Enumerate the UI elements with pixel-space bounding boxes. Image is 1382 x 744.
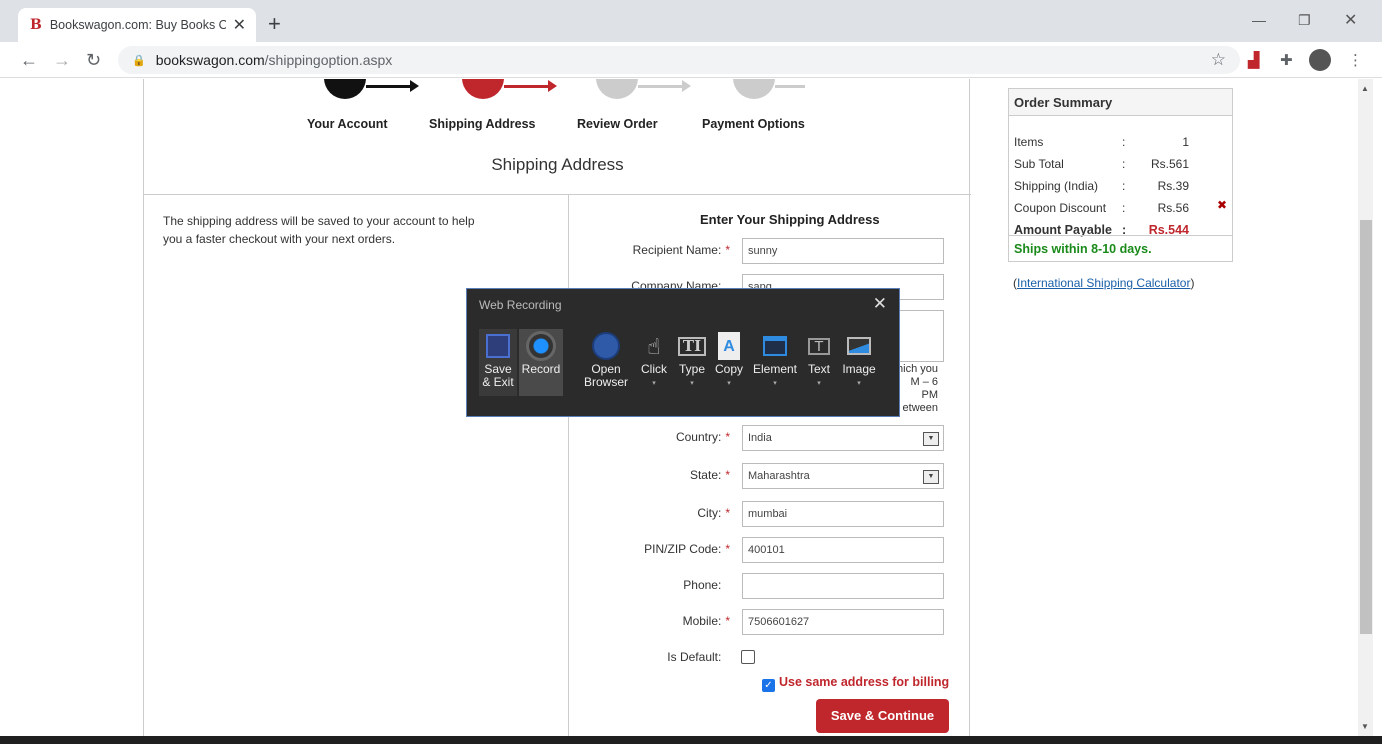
payment-step-icon bbox=[733, 79, 775, 99]
summary-row-items: Items:1 bbox=[1014, 135, 1189, 149]
same-billing-checkbox[interactable]: ✓ Use same address for billing bbox=[762, 675, 949, 692]
summary-row-shipping: Shipping (India): Rs.39 bbox=[1014, 179, 1189, 193]
step-payment-options: Payment Options bbox=[702, 117, 805, 131]
is-default-checkbox[interactable] bbox=[741, 650, 755, 664]
document-a-icon: A bbox=[718, 332, 740, 360]
menu-kebab-icon[interactable]: ⋮ bbox=[1348, 51, 1363, 69]
address-bar[interactable]: 🔒 bookswagon.com/shippingoption.aspx ☆ bbox=[118, 46, 1240, 74]
browser-toolbar: ← → ↻ 🔒 bookswagon.com/shippingoption.as… bbox=[0, 42, 1382, 78]
city-input[interactable]: mumbai bbox=[742, 501, 944, 527]
bookswagon-favicon-icon: B bbox=[30, 17, 42, 33]
type-button[interactable]: TI Type ▾ bbox=[675, 329, 709, 390]
document-step-icon bbox=[596, 79, 638, 99]
checkmark-icon: ✓ bbox=[762, 679, 775, 692]
element-button[interactable]: Element ▾ bbox=[751, 329, 799, 390]
open-browser-button[interactable]: Open Browser bbox=[581, 329, 631, 389]
save-exit-button[interactable]: Save & Exit bbox=[479, 329, 517, 396]
step-connector bbox=[638, 85, 684, 88]
pin-label: PIN/ZIP Code: * bbox=[644, 542, 730, 556]
state-select[interactable]: Maharashtra ▼ bbox=[742, 463, 944, 489]
order-summary: Order Summary Items:1 Sub Total: Rs.561 S… bbox=[1008, 88, 1233, 262]
bookmark-star-icon[interactable]: ☆ bbox=[1211, 50, 1226, 70]
order-summary-title: Order Summary bbox=[1009, 89, 1232, 116]
mobile-label: Mobile: * bbox=[682, 614, 730, 628]
page-scrollbar[interactable]: ▲ ▼ bbox=[1358, 79, 1373, 736]
pin-input[interactable]: 400101 bbox=[742, 537, 944, 563]
info-text: The shipping address will be saved to yo… bbox=[163, 214, 475, 246]
step-connector bbox=[366, 85, 412, 88]
save-continue-button[interactable]: Save & Continue bbox=[816, 699, 949, 733]
close-tab-icon[interactable]: ✕ bbox=[233, 15, 246, 35]
new-tab-icon[interactable]: + bbox=[268, 13, 281, 35]
step-shipping-address: Shipping Address bbox=[429, 117, 536, 131]
forward-arrow-icon[interactable]: → bbox=[53, 48, 71, 72]
international-shipping-calculator-link[interactable]: International Shipping Calculator bbox=[1017, 276, 1190, 290]
element-grid-icon bbox=[763, 336, 787, 356]
ships-within-text: Ships within 8-10 days. bbox=[1009, 235, 1232, 262]
recorder-title: Web Recording bbox=[479, 298, 562, 312]
back-arrow-icon[interactable]: ← bbox=[20, 48, 38, 72]
account-step-icon bbox=[324, 79, 366, 99]
country-select[interactable]: India ▼ bbox=[742, 425, 944, 451]
copy-button[interactable]: A Copy ▾ bbox=[713, 329, 745, 390]
taskbar bbox=[0, 736, 1382, 744]
form-title: Enter Your Shipping Address bbox=[700, 212, 880, 227]
profile-avatar[interactable] bbox=[1309, 49, 1331, 71]
click-button[interactable]: ☝ Click ▾ bbox=[637, 329, 671, 390]
text-cursor-icon: TI bbox=[677, 336, 707, 356]
minimize-icon[interactable]: — bbox=[1252, 12, 1266, 28]
step-arrow-icon bbox=[682, 80, 691, 92]
step-arrow-icon bbox=[548, 80, 557, 92]
url-text: bookswagon.com/shippingoption.aspx bbox=[155, 52, 393, 68]
text-extract-icon: T bbox=[808, 337, 830, 355]
chevron-down-icon: ▼ bbox=[923, 470, 939, 484]
floppy-disk-icon bbox=[486, 334, 510, 358]
browser-tab-strip: B Bookswagon.com: Buy Books On ✕ + — ❐ ✕ bbox=[0, 0, 1382, 42]
pdf-extension-icon[interactable]: ▟ bbox=[1248, 51, 1260, 69]
default-label: Is Default:* bbox=[667, 650, 722, 664]
page-title: Shipping Address bbox=[491, 155, 624, 174]
close-icon[interactable]: ✕ bbox=[873, 294, 887, 314]
chevron-down-icon: ▼ bbox=[923, 432, 939, 446]
city-label: City: * bbox=[697, 506, 730, 520]
image-picture-icon bbox=[847, 337, 871, 355]
summary-row-subtotal: Sub Total: Rs.561 bbox=[1014, 157, 1189, 171]
step-arrow-icon bbox=[410, 80, 419, 92]
pointer-click-icon: ☝ bbox=[647, 333, 661, 359]
recipient-label: Recipient Name: * bbox=[632, 243, 730, 257]
reload-icon[interactable]: ↻ bbox=[86, 48, 101, 72]
phone-input[interactable] bbox=[742, 573, 944, 599]
record-icon bbox=[526, 331, 556, 361]
step-review-order: Review Order bbox=[577, 117, 658, 131]
phone-label: Phone:* bbox=[683, 578, 722, 592]
divider bbox=[144, 194, 971, 195]
record-button[interactable]: Record bbox=[519, 329, 563, 396]
summary-row-coupon: Coupon Discount: Rs.56 bbox=[1014, 201, 1189, 215]
remove-coupon-icon[interactable]: ✖ bbox=[1217, 198, 1227, 212]
text-button[interactable]: T Text ▾ bbox=[803, 329, 835, 390]
step-connector bbox=[775, 85, 805, 88]
step-your-account: Your Account bbox=[307, 117, 388, 131]
country-label: Country: * bbox=[675, 430, 730, 444]
state-label: State: * bbox=[689, 468, 730, 482]
recipient-name-input[interactable]: sunny bbox=[742, 238, 944, 264]
scrollbar-thumb[interactable] bbox=[1360, 220, 1372, 634]
puzzle-extensions-icon[interactable]: ✚ bbox=[1280, 51, 1293, 69]
browser-tab[interactable]: B Bookswagon.com: Buy Books On ✕ bbox=[18, 8, 256, 42]
scroll-down-icon[interactable]: ▼ bbox=[1361, 722, 1369, 731]
step-connector bbox=[504, 85, 550, 88]
truck-step-icon bbox=[462, 79, 504, 99]
image-button[interactable]: Image ▾ bbox=[839, 329, 879, 390]
scroll-up-icon[interactable]: ▲ bbox=[1361, 84, 1369, 93]
mobile-input[interactable]: 7506601627 bbox=[742, 609, 944, 635]
lock-icon: 🔒 bbox=[132, 54, 146, 67]
close-window-icon[interactable]: ✕ bbox=[1344, 10, 1357, 30]
globe-cursor-icon bbox=[592, 332, 620, 360]
web-recording-panel: Web Recording ✕ Save & Exit Record Open Br… bbox=[466, 288, 900, 417]
shipping-calculator: (International Shipping Calculator) bbox=[1013, 276, 1195, 290]
tab-title: Bookswagon.com: Buy Books On bbox=[49, 18, 226, 32]
restore-icon[interactable]: ❐ bbox=[1298, 12, 1311, 29]
